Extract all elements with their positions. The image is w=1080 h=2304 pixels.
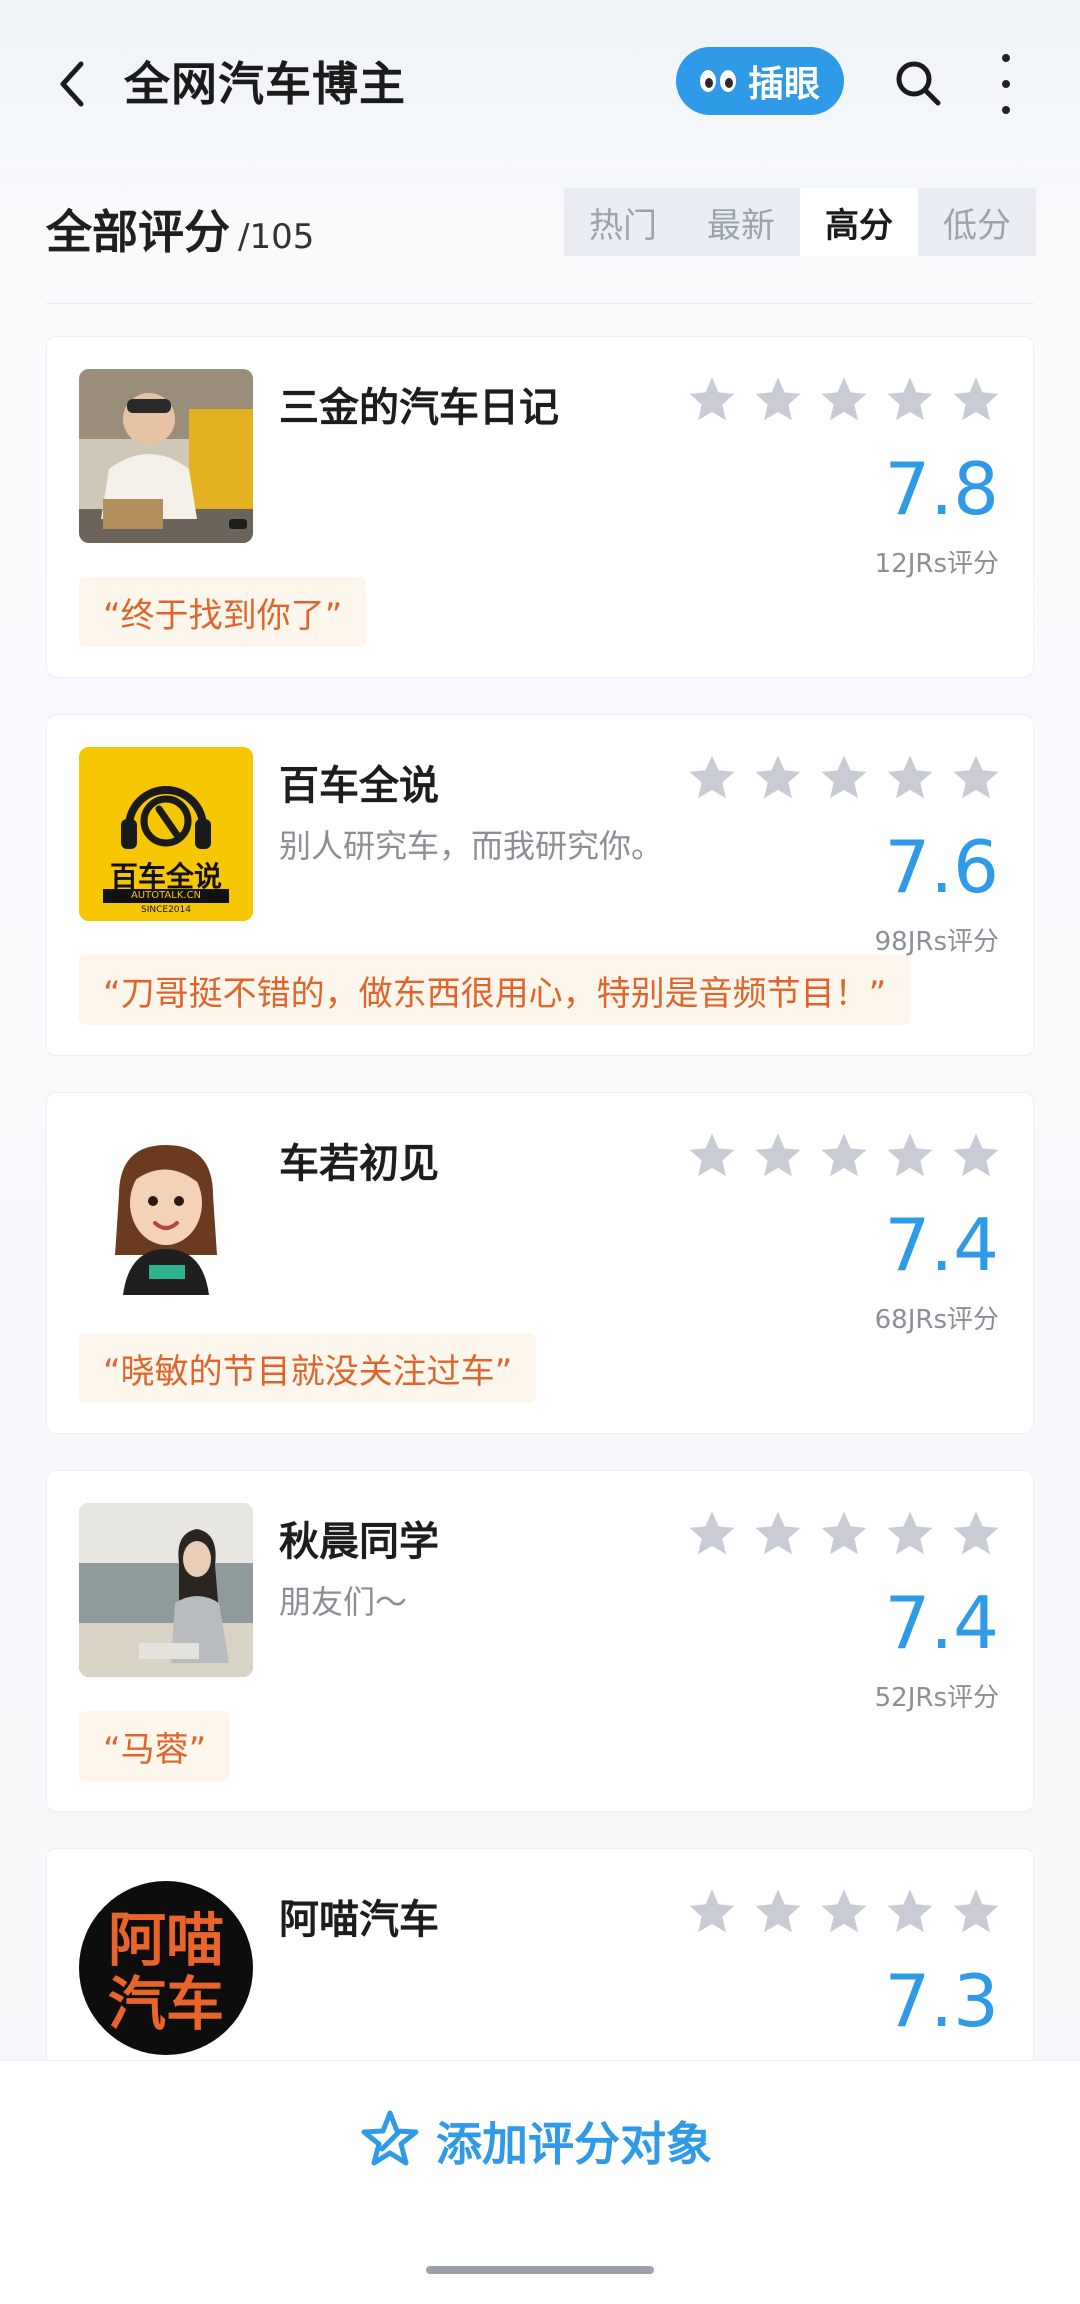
more-dot (1002, 106, 1010, 114)
section-header: 全部评分 /105 (46, 196, 314, 262)
cartoon-woman-avatar (79, 1125, 253, 1299)
star-rating[interactable] (685, 751, 1003, 805)
star-icon[interactable] (751, 1507, 805, 1561)
avatar: 阿喵 汽车 (79, 1881, 253, 2055)
top-comment[interactable]: “终于找到你了” (79, 577, 367, 647)
star-icon[interactable] (883, 373, 937, 427)
star-rating[interactable] (685, 373, 1003, 427)
star-icon[interactable] (685, 1129, 739, 1183)
divider (46, 303, 1034, 304)
star-icon[interactable] (817, 1129, 871, 1183)
item-name: 秋晨同学 (279, 1519, 439, 1565)
more-dot (1002, 54, 1010, 62)
logo-text-line-1: 阿喵 (107, 1906, 224, 1974)
score-value: 7.3 (884, 1959, 999, 2043)
person-photo-avatar (79, 369, 253, 543)
star-icon[interactable] (949, 1129, 1003, 1183)
top-comment[interactable]: “晓敏的节目就没关注过车” (79, 1333, 537, 1403)
logo-since: SINCE2014 (141, 905, 191, 915)
logo-text-line-2: 汽车 (107, 1970, 224, 2038)
rating-count: 12JRs评分 (874, 549, 999, 579)
star-icon[interactable] (751, 751, 805, 805)
score-value: 7.4 (884, 1203, 999, 1287)
rating-card[interactable]: 百车全说 AUTOTALK.CN SINCE2014 百车全说 别人研究车，而我… (46, 714, 1034, 1056)
more-button[interactable] (990, 54, 1022, 114)
item-name: 阿喵汽车 (279, 1897, 439, 1943)
star-icon[interactable] (751, 373, 805, 427)
star-icon[interactable] (949, 1885, 1003, 1939)
star-icon[interactable] (883, 1507, 937, 1561)
item-subtitle: 朋友们～ (279, 1583, 408, 1621)
add-rating-target-label: 添加评分对象 (436, 2117, 712, 2171)
peek-button[interactable]: 插眼 (676, 47, 844, 115)
rating-count: 52JRs评分 (874, 1683, 999, 1713)
item-subtitle: 别人研究车，而我研究你。 (279, 827, 664, 865)
home-indicator[interactable] (426, 2266, 654, 2274)
avatar: 百车全说 AUTOTALK.CN SINCE2014 (79, 747, 253, 921)
rating-count: 98JRs评分 (874, 927, 999, 957)
star-rating[interactable] (685, 1129, 1003, 1183)
star-icon[interactable] (685, 1507, 739, 1561)
score-value: 7.6 (884, 825, 999, 909)
item-name: 百车全说 (279, 763, 439, 809)
back-button[interactable] (44, 44, 100, 124)
rating-card[interactable]: 三金的汽车日记 7.8 12JRs评分 “终于找到你了” (46, 336, 1034, 678)
peek-button-label: 插眼 (747, 64, 820, 105)
item-name: 车若初见 (279, 1141, 439, 1187)
star-icon[interactable] (685, 373, 739, 427)
more-dot (1002, 80, 1010, 88)
rating-card[interactable]: 车若初见 7.4 68JRs评分 “晓敏的节目就没关注过车” (46, 1092, 1034, 1434)
tab-latest[interactable]: 最新 (682, 188, 800, 256)
avatar (79, 369, 253, 543)
top-comment[interactable]: “马蓉” (79, 1711, 231, 1781)
top-bar: 全网汽车博主 插眼 (0, 0, 1080, 160)
page: 全网汽车博主 插眼 全部评分 /105 热门 最新 高分 低分 三金的汽车日记 … (0, 0, 1080, 2304)
star-icon[interactable] (883, 1129, 937, 1183)
item-name: 三金的汽车日记 (279, 385, 559, 431)
star-rating[interactable] (685, 1885, 1003, 1939)
section-count: /105 (238, 217, 315, 257)
star-icon[interactable] (685, 1885, 739, 1939)
page-title: 全网汽车博主 (124, 57, 406, 111)
star-icon[interactable] (817, 373, 871, 427)
chevron-left-icon (60, 61, 84, 107)
score-value: 7.4 (884, 1581, 999, 1665)
search-button[interactable] (890, 55, 946, 111)
star-icon[interactable] (817, 1885, 871, 1939)
star-icon[interactable] (949, 373, 1003, 427)
tab-hot[interactable]: 热门 (564, 188, 682, 256)
top-comment[interactable]: “刀哥挺不错的，做东西很用心，特别是音频节目！” (79, 955, 911, 1025)
star-rating[interactable] (685, 1507, 1003, 1561)
avatar (79, 1503, 253, 1677)
star-pencil-icon (361, 2110, 419, 2166)
section-title: 全部评分 (46, 205, 230, 259)
rating-count: 68JRs评分 (874, 1305, 999, 1335)
rating-card[interactable]: 秋晨同学 朋友们～ 7.4 52JRs评分 “马蓉” (46, 1470, 1034, 1812)
sort-tabs: 热门 最新 高分 低分 (564, 188, 1036, 256)
add-rating-target-button[interactable]: 添加评分对象 (358, 2101, 712, 2181)
tab-high-score[interactable]: 高分 (800, 188, 918, 256)
star-icon[interactable] (685, 751, 739, 805)
tab-low-score[interactable]: 低分 (918, 188, 1036, 256)
star-icon[interactable] (751, 1885, 805, 1939)
logo-subtext: AUTOTALK.CN (103, 889, 229, 903)
star-icon[interactable] (883, 751, 937, 805)
beach-photo-avatar (79, 1503, 253, 1677)
star-icon[interactable] (949, 1507, 1003, 1561)
star-icon[interactable] (817, 1507, 871, 1561)
search-icon (896, 61, 941, 106)
avatar (79, 1125, 253, 1299)
star-icon[interactable] (949, 751, 1003, 805)
star-icon[interactable] (883, 1885, 937, 1939)
star-icon[interactable] (817, 751, 871, 805)
score-value: 7.8 (884, 447, 999, 531)
star-icon[interactable] (751, 1129, 805, 1183)
eyes-icon (699, 70, 736, 92)
